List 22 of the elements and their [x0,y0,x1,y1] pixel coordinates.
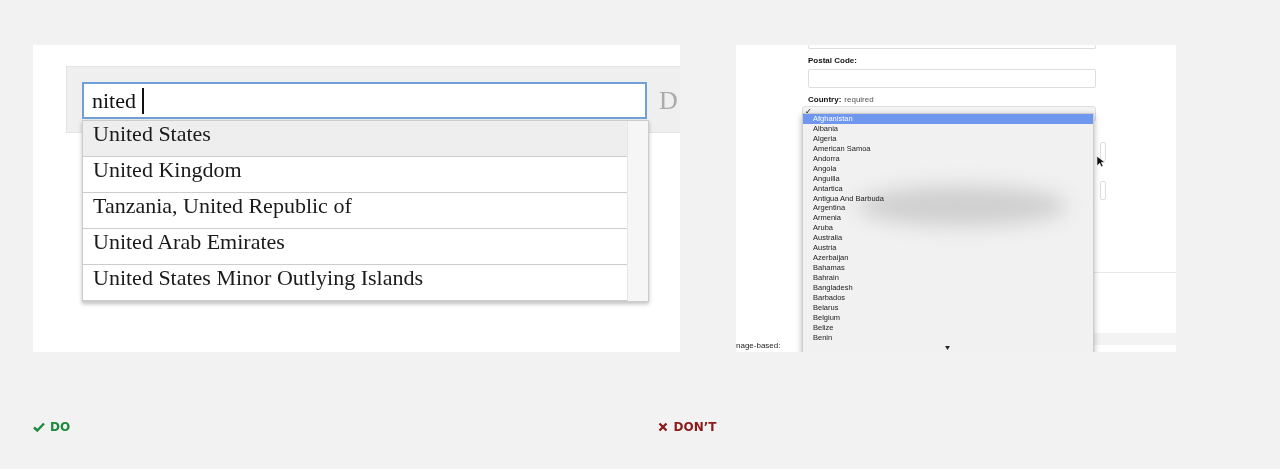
caption: DON’T [673,420,717,434]
text-field[interactable] [1100,181,1106,200]
scroll-down-icon[interactable] [945,346,950,350]
suggestion-item[interactable]: United Arab Emirates [83,229,627,265]
cut-label: D [659,85,678,117]
scrollbar-track[interactable] [627,121,648,301]
mouse-pointer-icon [1096,155,1105,168]
cut-label: nage-based: [736,341,781,351]
search-field[interactable]: nited [82,82,647,119]
suggestion-item[interactable]: United States [83,121,627,157]
suggestion-item[interactable]: United Kingdom [83,157,627,193]
field-label: Postal Code: [808,56,858,65]
search-text: nited [92,87,136,114]
cross-icon [656,422,669,432]
text-cursor [142,87,144,114]
caption: DO [50,420,71,434]
suggestion-item[interactable]: Tanzania, United Republic of [83,193,627,229]
suggestion-item[interactable]: United States Minor Outlying Islands [83,265,627,301]
field-hint: required [844,95,874,104]
postal-code-field[interactable] [808,69,1096,88]
field-label: Country: [808,95,842,104]
check-icon [33,422,45,432]
